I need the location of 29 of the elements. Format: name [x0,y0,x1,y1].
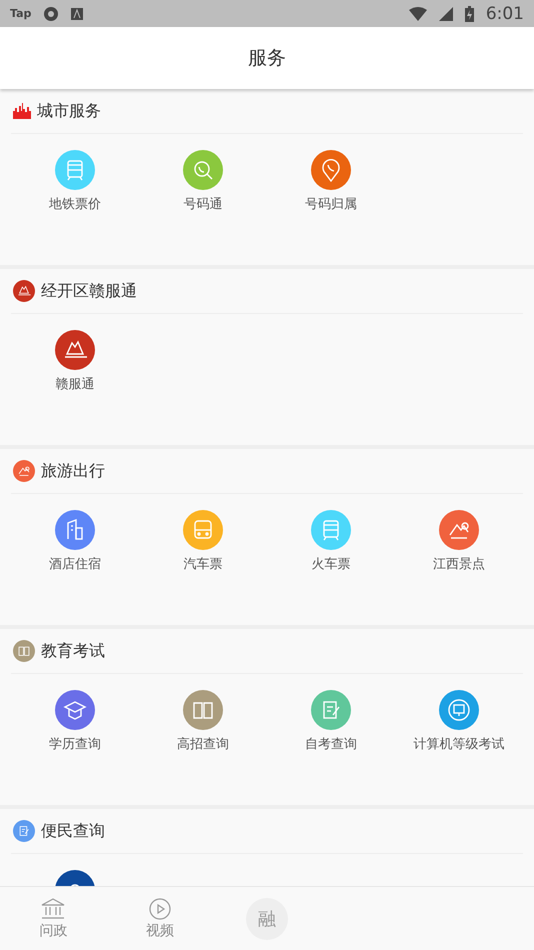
service-label[interactable]: 酒店住宿 [49,555,101,573]
play-icon [149,898,172,920]
clock-time: 6:01 [486,4,524,24]
battery-icon [464,6,474,22]
service-label[interactable]: 号码归属 [305,195,357,213]
page-title: 服务 [248,46,286,71]
mountain-icon [13,460,35,482]
service-label[interactable]: 火车票 [312,555,350,573]
service-label[interactable]: 高招查询 [177,735,229,753]
section-title: 城市服务 [37,100,101,122]
wifi-icon [408,6,427,20]
service-label[interactable]: 学历查询 [49,735,101,753]
section-title: 便民查询 [41,820,105,842]
note-icon [13,820,35,842]
section-title: 经开区赣服通 [41,280,137,302]
book-icon [13,640,35,662]
service-label[interactable]: 自考查询 [305,735,357,753]
section-title: 旅游出行 [41,460,105,482]
service-label[interactable]: 号码通 [184,195,222,213]
skyline-icon [13,103,31,119]
service-label[interactable]: 赣服通 [56,375,94,393]
service-label[interactable]: 汽车票 [184,555,222,573]
service-label[interactable]: 计算机等级考试 [414,735,504,753]
service-label[interactable]: 地铁票价 [49,195,101,213]
building-icon [40,898,66,920]
section-title: 教育考试 [41,640,105,662]
app-label: Tap [10,7,32,20]
service-label[interactable]: 江西景点 [433,555,485,573]
signal-icon [438,6,453,20]
